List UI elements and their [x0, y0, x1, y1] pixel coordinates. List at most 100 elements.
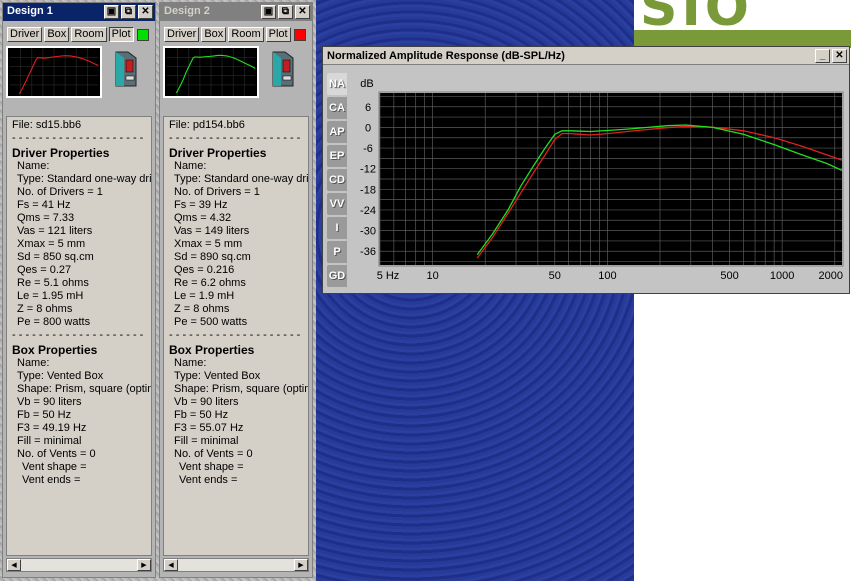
response-thumbnail[interactable]: [163, 46, 259, 98]
copy-icon[interactable]: ⧉: [278, 5, 293, 19]
room-button[interactable]: Room: [228, 27, 264, 42]
property-line: Xmax = 5 mm: [17, 238, 86, 250]
property-line: Type: Vented Box: [174, 370, 261, 382]
thumbnail-curve: [18, 55, 99, 95]
y-tick-label: 6: [365, 102, 371, 114]
graph-window: Normalized Amplitude Response (dB-SPL/Hz…: [322, 46, 850, 294]
property-line: Vb = 90 liters: [174, 396, 239, 408]
tab-ca[interactable]: CA: [327, 97, 347, 119]
box-properties-heading: Box Properties: [169, 343, 255, 357]
tab-vv[interactable]: VV: [327, 193, 347, 215]
property-line: Vb = 90 liters: [17, 396, 82, 408]
property-line: No. of Vents = 0: [174, 448, 253, 460]
property-line: Name:: [17, 357, 50, 369]
y-tick-label: -36: [360, 246, 376, 258]
property-line: Shape: Prism, square (optimum): [17, 383, 151, 395]
design-1-panel: Design 1 ▣ ⧉ ✕ Driver Box Room Plot File…: [2, 2, 156, 578]
y-tick-label: -12: [360, 164, 376, 176]
driver-properties-list: Name: Type: Standard one-way driver No. of…: [169, 160, 309, 329]
property-line: Le = 1.95 mH: [17, 290, 84, 302]
plot-color-swatch[interactable]: [293, 28, 306, 41]
property-line: Vent ends =: [22, 474, 81, 486]
plot-color-swatch[interactable]: [136, 28, 149, 41]
property-line: Type: Standard one-way driver: [174, 173, 309, 185]
tab-gd[interactable]: GD: [327, 265, 347, 287]
save-icon[interactable]: ▣: [104, 5, 119, 19]
close-icon[interactable]: ✕: [295, 5, 310, 19]
file-name: File: sd15.bb6: [12, 119, 82, 131]
property-line: Vent ends =: [179, 474, 238, 486]
property-line: Re = 5.1 ohms: [17, 277, 89, 289]
y-tick-label: -24: [360, 205, 376, 217]
property-line: No. of Drivers = 1: [17, 186, 103, 198]
speaker-box-icon[interactable]: [271, 48, 295, 90]
tab-na[interactable]: NA: [327, 73, 347, 95]
graph-title: Normalized Amplitude Response (dB-SPL/Hz…: [327, 50, 565, 62]
minimize-icon[interactable]: _: [815, 49, 830, 63]
property-line: Type: Vented Box: [17, 370, 104, 382]
scroll-left-icon[interactable]: ◀: [7, 559, 21, 571]
thumbnail-curve: [175, 54, 256, 94]
horizontal-scrollbar[interactable]: ◀ ▶: [163, 558, 309, 572]
save-icon[interactable]: ▣: [261, 5, 276, 19]
design-2-titlebar[interactable]: Design 2 ▣ ⧉ ✕: [160, 3, 312, 21]
room-button[interactable]: Room: [71, 27, 107, 42]
y-axis-label: dB: [360, 78, 373, 90]
property-line: Z = 8 ohms: [174, 303, 230, 315]
close-icon[interactable]: ✕: [832, 49, 847, 63]
tab-i[interactable]: I: [327, 217, 347, 239]
property-line: Sd = 850 sq.cm: [17, 251, 94, 263]
x-tick-label: 100: [598, 270, 616, 282]
horizontal-scrollbar[interactable]: ◀ ▶: [6, 558, 152, 572]
graph-titlebar[interactable]: Normalized Amplitude Response (dB-SPL/Hz…: [323, 47, 849, 65]
design-1-title: Design 1: [7, 5, 53, 17]
x-tick-label: 5 Hz: [377, 270, 400, 282]
design-2-panel: Design 2 ▣ ⧉ ✕ Driver Box Room Plot File…: [159, 2, 313, 578]
scroll-right-icon[interactable]: ▶: [294, 559, 308, 571]
separator: - - - - - - - - - - - - - - - - - - - - …: [12, 329, 146, 341]
y-tick-label: -6: [363, 143, 373, 155]
speaker-box-icon[interactable]: [114, 48, 138, 90]
x-tick-label: 50: [549, 270, 561, 282]
property-line: Sd = 890 sq.cm: [174, 251, 251, 263]
tab-ap[interactable]: AP: [327, 121, 347, 143]
property-line: Qes = 0.216: [174, 264, 235, 276]
response-thumbnail[interactable]: [6, 46, 102, 98]
y-tick-label: -18: [360, 184, 376, 196]
property-line: Type: Standard one-way driver: [17, 173, 152, 185]
property-line: Le = 1.9 mH: [174, 290, 235, 302]
property-line: Fill = minimal: [174, 435, 239, 447]
driver-properties-list: Name: Type: Standard one-way driver No. of…: [12, 160, 152, 329]
design-2-properties: File: pd154.bb6 - - - - - - - - - - - - …: [163, 116, 309, 556]
tab-p[interactable]: P: [327, 241, 347, 263]
property-line: Name:: [17, 160, 50, 172]
box-button[interactable]: Box: [201, 27, 227, 42]
y-tick-label: 0: [365, 122, 371, 134]
property-line: Name:: [174, 160, 207, 172]
close-icon[interactable]: ✕: [138, 5, 153, 19]
design-1-titlebar[interactable]: Design 1 ▣ ⧉ ✕: [3, 3, 155, 21]
box-properties-list: Name: Type: Vented Box Shape: Prism, squar…: [12, 357, 151, 461]
box-button[interactable]: Box: [44, 27, 70, 42]
driver-button[interactable]: Driver: [164, 27, 200, 42]
scroll-left-icon[interactable]: ◀: [164, 559, 178, 571]
property-line: Vas = 149 liters: [174, 225, 250, 237]
driver-properties-heading: Driver Properties: [169, 146, 267, 160]
vent-properties-list: Vent shape = Vent ends =: [169, 461, 303, 487]
property-line: Vas = 121 liters: [17, 225, 93, 237]
separator: - - - - - - - - - - - - - - - - - - - - …: [169, 132, 303, 144]
plot-button[interactable]: Plot: [265, 27, 291, 42]
scroll-right-icon[interactable]: ▶: [137, 559, 151, 571]
copy-icon[interactable]: ⧉: [121, 5, 136, 19]
tab-ep[interactable]: EP: [327, 145, 347, 167]
tab-cd[interactable]: CD: [327, 169, 347, 191]
vent-properties-list: Vent shape = Vent ends =: [12, 461, 146, 487]
box-properties-heading: Box Properties: [12, 343, 98, 357]
property-line: Fb = 50 Hz: [174, 409, 229, 421]
property-line: No. of Vents = 0: [17, 448, 96, 460]
property-line: Vent shape =: [179, 461, 244, 473]
plot-button[interactable]: Plot: [108, 27, 134, 42]
design-1-properties: File: sd15.bb6 - - - - - - - - - - - - -…: [6, 116, 152, 556]
driver-button[interactable]: Driver: [7, 27, 43, 42]
property-line: Fs = 41 Hz: [17, 199, 71, 211]
